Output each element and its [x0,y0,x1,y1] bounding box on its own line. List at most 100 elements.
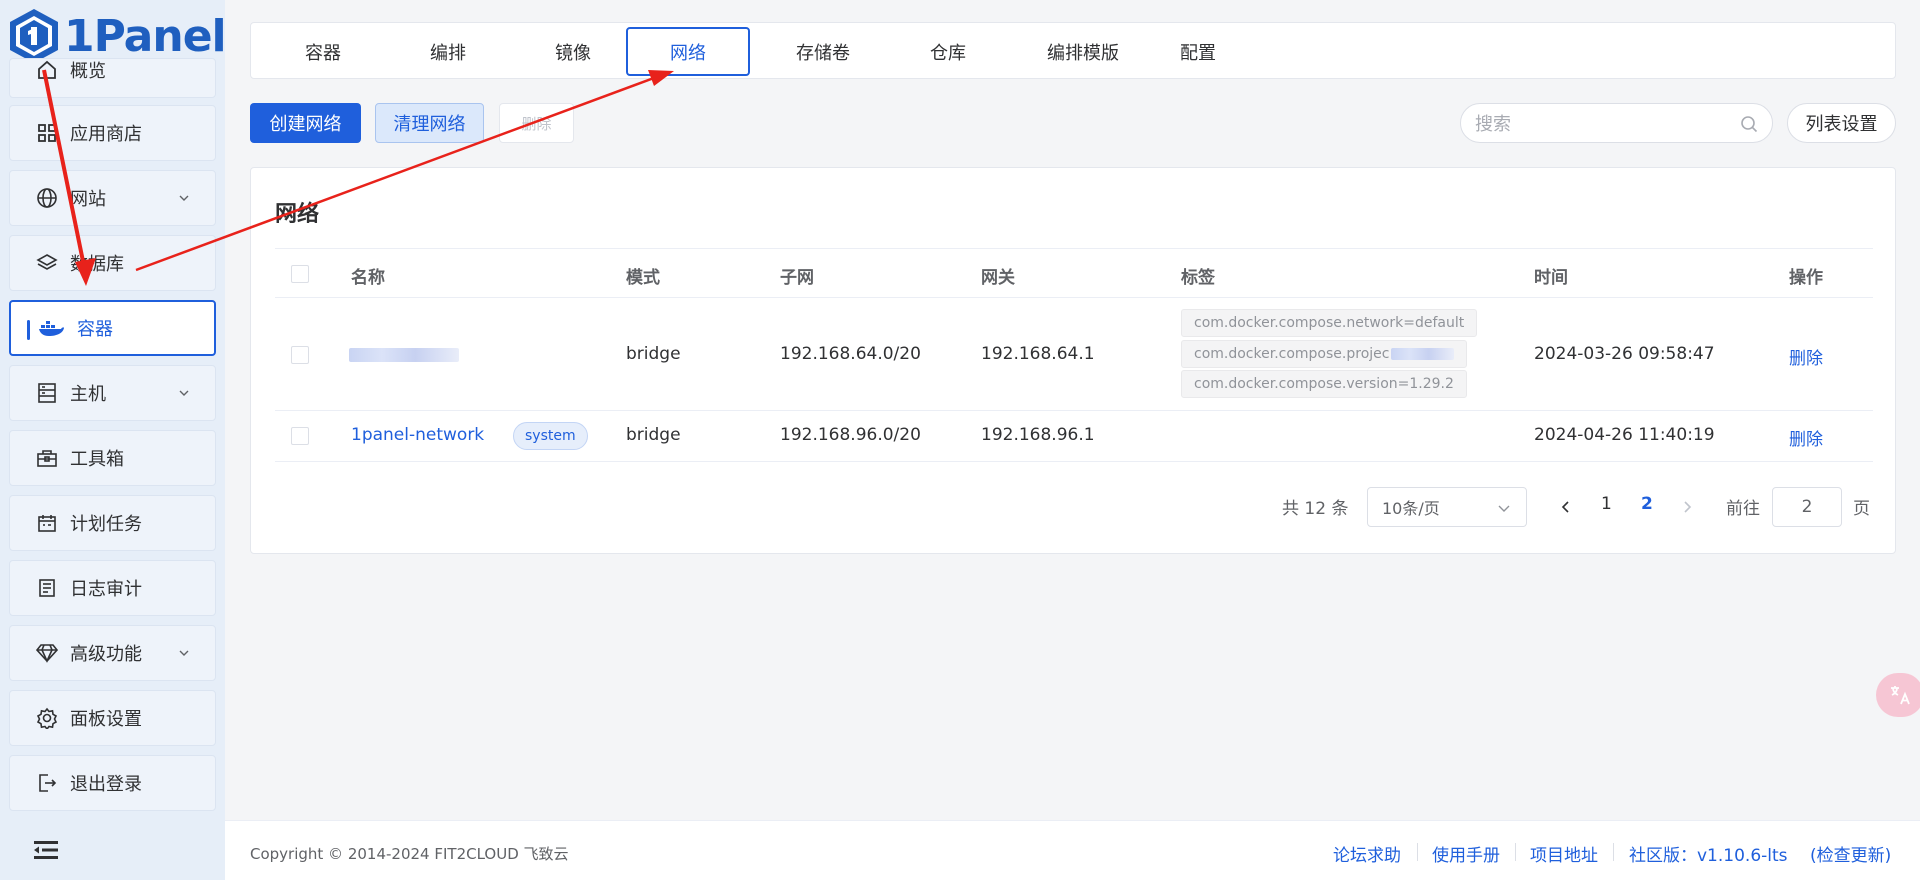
sidebar-item-log-audit[interactable]: 日志审计 [9,560,216,616]
sidebar-item-label: 面板设置 [70,709,142,730]
system-badge: system [513,422,588,450]
tab-config[interactable]: 配置 [1146,27,1250,76]
check-update-link[interactable]: (检查更新) [1810,841,1891,866]
logo-hex-icon [10,9,58,63]
tab-image[interactable]: 镜像 [521,27,625,76]
divider [275,297,1873,298]
docker-icon [37,317,65,339]
prev-page-icon[interactable] [1560,500,1572,514]
divider [275,461,1873,462]
goto-page-input[interactable]: 2 [1772,487,1842,527]
sidebar-item-label: 计划任务 [70,514,142,535]
logo-text: 1Panel [64,10,227,62]
card-title: 网络 [275,202,320,227]
sidebar-item-cron[interactable]: 计划任务 [9,495,216,551]
globe-icon [36,187,58,209]
prune-network-button[interactable]: 清理网络 [375,103,484,143]
column-settings-button[interactable]: 列表设置 [1787,103,1896,143]
delete-link[interactable]: 删除 [1789,425,1823,450]
delete-link[interactable]: 删除 [1789,344,1823,369]
tag-chip: com.docker.compose.projec [1181,340,1467,368]
sidebar-item-label: 应用商店 [70,124,142,145]
tab-compose-template[interactable]: 编排模版 [1021,27,1145,76]
sidebar-item-label: 高级功能 [70,644,142,665]
page-2[interactable]: 2 [1641,494,1653,514]
tag-chip-text: com.docker.compose.projec [1194,346,1390,362]
sidebar-item-label: 退出登录 [70,774,142,795]
cell-gateway: 192.168.96.1 [981,425,1095,445]
server-icon [36,382,58,404]
select-all-checkbox[interactable] [291,265,309,283]
sidebar-item-host[interactable]: 主机 [9,365,216,421]
sidebar-item-label: 网站 [70,189,106,210]
sidebar-item-label: 容器 [77,319,113,340]
sidebar-item-advanced[interactable]: 高级功能 [9,625,216,681]
layers-icon [36,252,58,274]
forum-link[interactable]: 论坛求助 [1333,841,1401,866]
row-checkbox[interactable] [291,427,309,445]
page-size-select[interactable]: 10条/页 [1367,487,1527,527]
footer: Copyright © 2014-2024 FIT2CLOUD 飞致云 论坛求助… [225,820,1920,880]
apps-icon [36,122,58,144]
sidebar-item-logout[interactable]: 退出登录 [9,755,216,811]
chevron-down-icon [1498,505,1510,512]
tab-container[interactable]: 容器 [271,27,375,76]
project-link[interactable]: 项目地址 [1530,841,1598,866]
collapse-menu-icon[interactable] [34,840,58,860]
sidebar-item-database[interactable]: 数据库 [9,235,216,291]
calendar-icon [36,512,58,534]
chevron-down-icon [179,390,189,396]
logout-icon [36,772,58,794]
page-suffix: 页 [1853,499,1870,519]
cell-time: 2024-04-26 11:40:19 [1534,425,1715,445]
network-name-link[interactable]: 1panel-network [351,425,484,445]
sidebar-item-app-store[interactable]: 应用商店 [9,105,216,161]
cell-mode: bridge [626,425,681,445]
col-header-tags: 标签 [1181,268,1215,288]
next-page-icon[interactable] [1681,500,1693,514]
tab-compose[interactable]: 编排 [396,27,500,76]
divider [275,248,1873,249]
row-checkbox[interactable] [291,346,309,364]
footer-separator [1417,843,1418,861]
chevron-down-icon [179,650,189,656]
redacted-name[interactable] [349,348,459,362]
search-icon[interactable] [1740,115,1758,133]
sidebar-item-label: 工具箱 [70,449,124,470]
sidebar-item-label: 数据库 [70,254,124,275]
translate-float-button[interactable] [1876,673,1920,717]
footer-separator [1515,843,1516,861]
toolbox-icon [36,447,58,469]
goto-label: 前往 [1726,499,1760,519]
home-icon [36,59,58,81]
tag-chip: com.docker.compose.version=1.29.2 [1181,370,1467,398]
diamond-icon [36,642,58,664]
manual-link[interactable]: 使用手册 [1432,841,1500,866]
logo[interactable]: 1Panel [8,6,227,66]
sidebar-item-label: 主机 [70,384,106,405]
translate-icon [1891,686,1910,705]
log-icon [36,577,58,599]
search-input[interactable]: 搜索 [1460,103,1773,143]
sidebar-item-container[interactable]: 容器 [9,300,216,356]
tab-repo[interactable]: 仓库 [896,27,1000,76]
page-1[interactable]: 1 [1601,494,1612,514]
redacted-tag [1391,348,1454,360]
sidebar: 1Panel 概览 应用商店 网站 数据库 容器 主机 工具箱 计划任务 日志审… [0,0,227,880]
delete-button: 删除 [499,103,574,143]
col-header-gateway: 网关 [981,268,1015,288]
create-network-button[interactable]: 创建网络 [250,103,361,143]
copyright: Copyright © 2014-2024 FIT2CLOUD 飞致云 [250,845,569,863]
sidebar-item-label: 概览 [70,61,106,82]
col-header-time: 时间 [1534,268,1568,288]
cell-mode: bridge [626,344,681,364]
col-header-action: 操作 [1789,268,1823,288]
sidebar-item-toolbox[interactable]: 工具箱 [9,430,216,486]
tab-network[interactable]: 网络 [626,27,750,76]
sidebar-item-website[interactable]: 网站 [9,170,216,226]
divider [275,410,1873,411]
tab-volume[interactable]: 存储卷 [771,27,875,76]
sidebar-item-overview[interactable]: 概览 [9,58,216,98]
sidebar-item-settings[interactable]: 面板设置 [9,690,216,746]
cell-gateway: 192.168.64.1 [981,344,1095,364]
